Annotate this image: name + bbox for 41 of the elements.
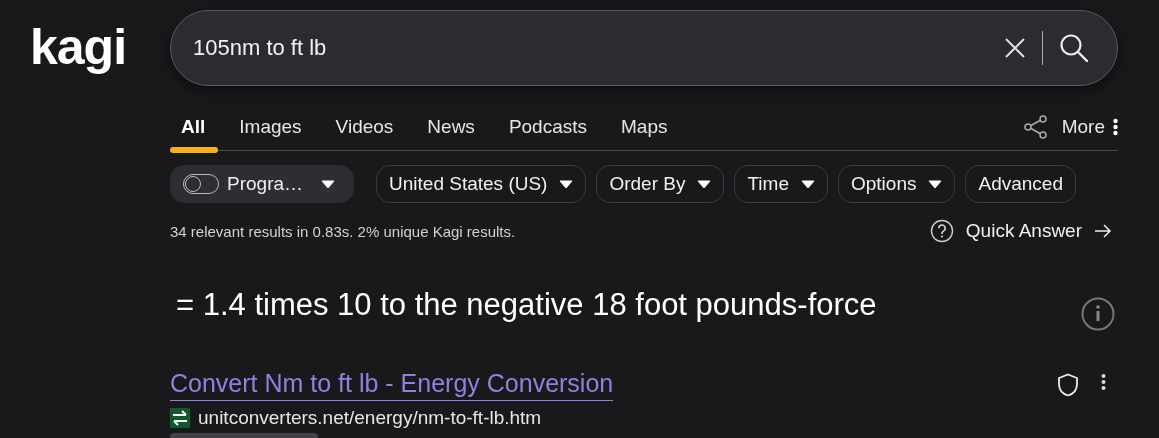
results-stats: 34 relevant results in 0.83s. 2% unique Kagi results. — [170, 222, 516, 240]
filter-dropdown[interactable]: Time — [734, 165, 828, 203]
filter-dropdown[interactable]: United States (US) — [376, 165, 587, 203]
more-icon[interactable] — [1101, 373, 1106, 391]
chip-label: Order By — [609, 173, 686, 195]
arrow-icon — [1094, 224, 1112, 238]
help-icon — [929, 219, 954, 243]
tab[interactable]: Podcasts — [491, 110, 605, 150]
site-favicon-icon — [170, 408, 190, 428]
caret-icon — [928, 179, 943, 189]
filter-dropdown[interactable]: Options — [838, 165, 956, 203]
search-field[interactable]: 105nm to ft lb — [193, 35, 1004, 61]
tab[interactable]: Maps — [604, 110, 685, 150]
shield-icon[interactable] — [1057, 373, 1079, 397]
more-menu-button[interactable]: More — [1061, 116, 1118, 138]
filter-dropdown[interactable]: Progra… — [170, 165, 355, 203]
result-title-link[interactable]: Convert Nm to ft lb - Energy Conversion — [170, 369, 614, 401]
filter-dropdown[interactable]: Order By — [596, 165, 725, 203]
tab[interactable]: News — [410, 110, 492, 150]
caret-icon — [559, 179, 574, 189]
chip-label: Progra… — [227, 173, 304, 195]
close-icon[interactable] — [1004, 37, 1026, 59]
logo[interactable]: kagi — [30, 22, 140, 72]
calculator-answer: = 1.4 times 10 to the negative 18 foot pounds-force — [175, 287, 877, 323]
tab[interactable]: Videos — [318, 110, 411, 150]
result-url[interactable]: unitconverters.net/energy/nm-to-ft-lb.htm — [198, 407, 542, 429]
chip-label: United States (US) — [389, 173, 548, 195]
tab[interactable]: Images — [222, 110, 319, 150]
tab[interactable]: All — [170, 110, 223, 150]
more-icon — [1113, 118, 1118, 136]
quick-answer-link[interactable]: Quick Answer — [929, 219, 1112, 243]
caret-icon — [321, 179, 336, 189]
share-icon[interactable] — [1023, 115, 1048, 139]
chip-label: Time — [747, 173, 789, 195]
caret-icon — [801, 179, 815, 189]
search-bar[interactable]: 105nm to ft lb — [170, 10, 1118, 86]
caret-icon — [697, 179, 712, 189]
filter-button[interactable]: Advanced — [965, 165, 1076, 203]
chip-label: Options — [851, 173, 917, 195]
search-icon[interactable] — [1059, 33, 1089, 63]
info-icon[interactable] — [1081, 297, 1115, 331]
